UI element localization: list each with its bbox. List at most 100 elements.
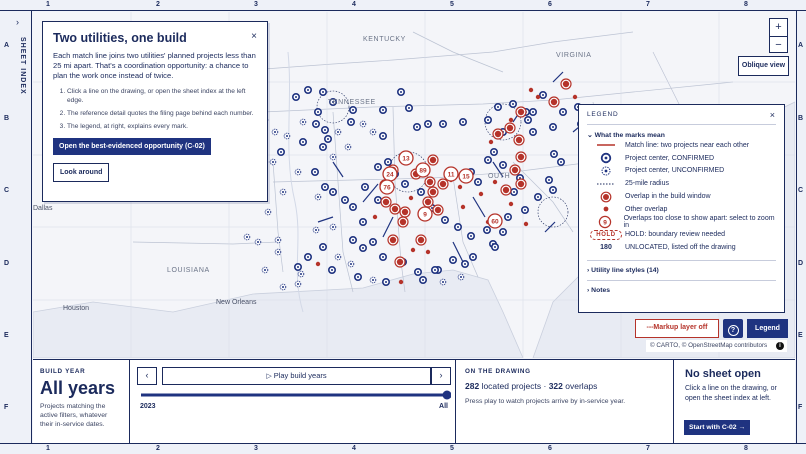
grid-col-label: 8: [744, 445, 748, 452]
grid-col-label: 4: [352, 1, 356, 8]
legend-row: HOLD HOLD: boundary review needed: [587, 229, 776, 242]
overlap-cluster-marker[interactable]: 24: [382, 166, 398, 182]
grid-row-label: C: [4, 187, 10, 194]
grid-col-label: 5: [450, 445, 454, 452]
overlap-cluster-marker[interactable]: 60: [487, 213, 503, 229]
overlap-cluster-marker[interactable]: 89: [415, 162, 431, 178]
grid-col-label: 2: [156, 445, 160, 452]
slider-start-label: 2023: [140, 403, 156, 410]
next-year-button[interactable]: ›: [431, 367, 451, 385]
help-button[interactable]: ?: [723, 319, 743, 338]
unlocated-count: 180: [600, 244, 612, 252]
chevron-right-icon: ›: [16, 17, 19, 27]
play-build-years-button[interactable]: ▷ Play build years: [162, 367, 431, 385]
grid-row-label: B: [4, 115, 10, 122]
legend-button[interactable]: Legend: [747, 319, 788, 338]
help-icon: ?: [727, 325, 739, 336]
legend-section-marks[interactable]: ⌄ What the marks mean: [587, 124, 776, 139]
close-icon[interactable]: ×: [251, 31, 257, 42]
markup-layer-toggle[interactable]: - - - Markup layer off: [635, 319, 719, 338]
cluster-count-label: 9: [423, 212, 427, 219]
grid-col-label: 6: [548, 445, 552, 452]
overlap-window-icon: [600, 191, 612, 202]
overlap-cluster-marker[interactable]: 9: [417, 206, 433, 222]
located-count: 282: [465, 381, 480, 391]
info-icon[interactable]: i: [776, 342, 784, 350]
grid-col-label: 5: [450, 1, 454, 8]
on-drawing-panel: ON THE DRAWING 282 located projects · 32…: [455, 360, 673, 444]
start-button-label: Start with C-02: [689, 424, 737, 431]
located-label: located projects: [481, 381, 542, 391]
grid-col-label: 2: [156, 1, 160, 8]
legend-label: Project center, CONFIRMED: [625, 154, 715, 162]
grid-col-label: 3: [254, 445, 258, 452]
on-drawing-summary: 282 located projects · 322 overlaps: [465, 381, 664, 391]
slider-thumb[interactable]: [442, 390, 452, 400]
grid-col-label: 4: [352, 445, 356, 452]
build-year-slider[interactable]: [139, 389, 451, 401]
overlap-cluster-marker[interactable]: 76: [379, 179, 395, 195]
grid-col-label: 3: [254, 1, 258, 8]
bottom-bar: BUILD YEAR All years Projects matching t…: [33, 359, 795, 444]
hold-badge: HOLD: [590, 229, 622, 240]
grid-col-label: 1: [46, 445, 50, 452]
legend-row: Project center, CONFIRMED: [587, 152, 776, 165]
grid-col-label: 6: [548, 1, 552, 8]
oblique-view-button[interactable]: Oblique view: [738, 56, 789, 76]
intro-body: Each match line joins two utilities' pla…: [53, 51, 256, 80]
intro-step: The legend, at right, explains every mar…: [67, 122, 257, 131]
legend-panel: LEGEND × ⌄ What the marks mean Match lin…: [578, 104, 785, 313]
city-label: Dallas: [33, 205, 53, 212]
grid-row-label: D: [4, 260, 10, 267]
legend-label: HOLD: boundary review needed: [625, 231, 726, 239]
overlap-other-icon: [603, 206, 609, 212]
legend-label: Overlap in the build window: [625, 193, 711, 201]
grid-col-label: 8: [744, 1, 748, 8]
build-year-description: Projects matching the active filters, wh…: [40, 403, 108, 428]
look-around-button[interactable]: Look around: [53, 163, 110, 182]
start-with-c02-button[interactable]: Start with C-02 →: [684, 420, 751, 435]
sheet-index-toggle[interactable]: › SHEET INDEX: [0, 11, 32, 101]
zoom-in-button[interactable]: +: [770, 19, 787, 36]
map-attribution: © CARTO, © OpenStreetMap contributors i: [646, 340, 787, 352]
state-label: TENNESSEE: [328, 99, 376, 106]
grid-row-label: A: [798, 42, 804, 49]
legend-label: Project center, UNCONFIRMED: [625, 167, 725, 175]
radius-line-icon: [597, 183, 615, 185]
overlap-cluster-marker[interactable]: 13: [398, 150, 414, 166]
legend-label: Other overlap: [625, 205, 668, 213]
cluster-count: 9: [603, 220, 607, 227]
cluster-count-label: 13: [402, 156, 410, 163]
city-label: Houston: [63, 305, 90, 312]
legend-section-label: Utility line styles (14): [591, 267, 659, 275]
overlap-label: overlaps: [565, 381, 598, 391]
markup-layer-label: Markup layer off: [653, 324, 708, 331]
legend-row: 180 UNLOCATED, listed off the drawing: [587, 241, 776, 254]
cluster-count-label: 11: [448, 172, 455, 179]
legend-section-line-styles[interactable]: › Utility line styles (14): [587, 260, 776, 274]
open-best-opportunity-button[interactable]: Open the best-evidenced opportunity (C-0…: [53, 138, 211, 155]
overlap-count: 322: [548, 381, 563, 391]
legend-section-notes[interactable]: › Notes: [587, 280, 776, 294]
play-icon: ▷: [266, 373, 274, 380]
build-year-panel: BUILD YEAR All years Projects matching t…: [33, 360, 129, 444]
legend-label: Overlaps too close to show apart: select…: [623, 215, 775, 230]
legend-section-label: Notes: [591, 287, 611, 295]
chevron-down-icon: ⌄: [587, 132, 595, 139]
grid-row-label: E: [4, 332, 9, 339]
sheet-description: Click a line on the drawing, or open the…: [685, 385, 777, 402]
grid-col-label: 1: [46, 1, 50, 8]
legend-title: LEGEND: [587, 111, 619, 118]
overlap-cluster-marker[interactable]: 11: [443, 166, 459, 182]
close-icon[interactable]: ×: [770, 110, 775, 120]
previous-year-button[interactable]: ‹: [137, 367, 157, 385]
intro-step: Click a line on the drawing, or open the…: [67, 87, 257, 105]
cluster-count-label: 76: [383, 185, 391, 192]
grid-col-label: 7: [646, 1, 650, 8]
unconfirmed-project-icon: [601, 166, 611, 176]
zoom-out-button[interactable]: −: [770, 36, 787, 53]
slider-end-label: All: [439, 403, 448, 410]
top-grid-border: [0, 0, 806, 11]
timeline-panel: ‹ ▷ Play build years › 2023 All: [129, 360, 455, 444]
overlap-cluster-marker[interactable]: 15: [458, 168, 474, 184]
